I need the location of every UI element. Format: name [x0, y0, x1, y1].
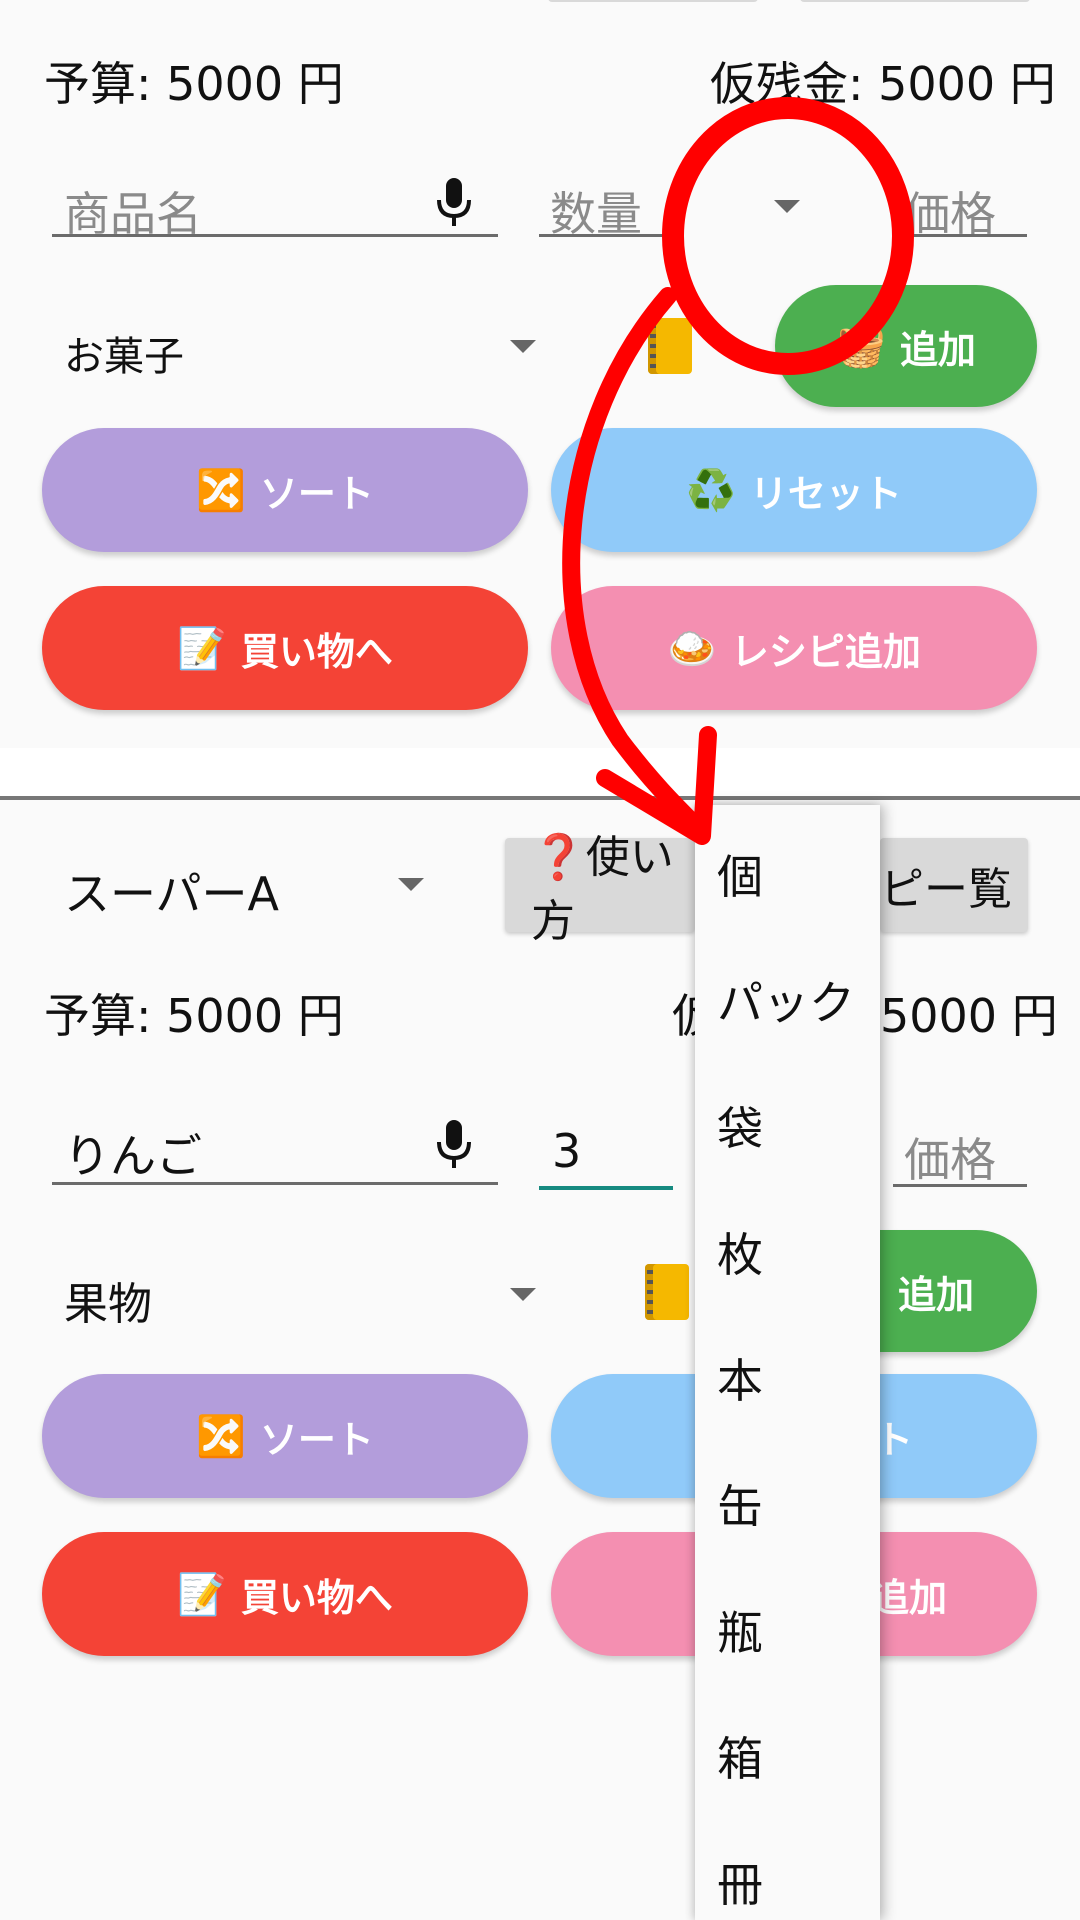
unit-option[interactable]: 瓶	[717, 1597, 763, 1663]
unit-option[interactable]: 箱	[717, 1723, 763, 1789]
shopping-button[interactable]: 📝 買い物へ	[42, 586, 528, 710]
add-button[interactable]: 🧺 追加	[775, 285, 1037, 407]
sort-button[interactable]: 🔀 ソート	[42, 428, 528, 552]
quantity-underline	[539, 234, 673, 237]
mic-icon[interactable]	[434, 1118, 474, 1174]
notebook-icon[interactable]	[645, 1264, 689, 1320]
shopping-button-bottom-label: 買い物へ	[240, 1575, 393, 1620]
top-panel: 予算: 5000 円 仮残金: 5000 円 商品名 数量 価格 お菓子 🧺 追…	[0, 0, 1080, 748]
budget-label-bottom: 予算: 5000 円	[44, 989, 344, 1043]
recycle-icon: ♻️	[686, 467, 736, 514]
unit-option[interactable]: 個	[717, 841, 763, 907]
remaining-label: 仮残金: 5000 円	[710, 57, 1056, 111]
mic-icon[interactable]	[434, 176, 474, 232]
bottom-panel: スーパーA ❓使い方 ピー覧 予算: 5000 円 仮 5000 円 りんご 3…	[0, 800, 1080, 1920]
unit-option[interactable]: 本	[717, 1345, 763, 1411]
category-caret-bottom[interactable]	[510, 1288, 536, 1301]
price-input-bottom[interactable]: 価格	[904, 1124, 996, 1190]
category-select-bottom[interactable]: 果物	[64, 1268, 152, 1332]
basket-icon: 🧺	[836, 323, 886, 370]
add-button-bottom-label: 追加	[897, 1272, 974, 1317]
unit-dropdown-menu: 個 パック 袋 枚 本 缶 瓶 箱 冊	[695, 805, 880, 1920]
cut-off-button-right[interactable]	[800, 0, 1030, 2]
recipe-list-button[interactable]: ピー覧	[880, 838, 1028, 932]
store-select[interactable]: スーパーA	[64, 858, 279, 924]
reset-button-bottom-label: ト	[874, 1417, 913, 1462]
sort-button-bottom-label: ソート	[259, 1417, 374, 1462]
item-name-input-bottom[interactable]: りんご	[64, 1120, 202, 1186]
unit-option[interactable]: 枚	[717, 1219, 763, 1285]
item-name-underline	[52, 234, 498, 237]
quantity-input-bottom[interactable]: 3	[552, 1124, 581, 1178]
remaining-label-suffix: 5000 円	[880, 989, 1058, 1043]
sort-button-bottom[interactable]: 🔀 ソート	[42, 1374, 528, 1498]
help-button-label: ❓使い方	[531, 832, 674, 947]
cut-off-button-left[interactable]	[548, 0, 758, 2]
memo-icon: 📝	[177, 625, 227, 672]
unit-option[interactable]: 缶	[717, 1471, 763, 1537]
budget-label: 予算: 5000 円	[44, 57, 344, 111]
memo-icon: 📝	[177, 1571, 227, 1618]
item-name-underline-bottom	[52, 1182, 498, 1185]
category-select[interactable]: お菓子	[64, 324, 184, 382]
shopping-button-label: 買い物へ	[240, 629, 393, 674]
add-recipe-button[interactable]: 🍛 レシピ追加	[551, 586, 1037, 710]
unit-option[interactable]: パック	[717, 967, 855, 1033]
add-recipe-button-label: レシピ追加	[730, 629, 921, 674]
store-caret[interactable]	[398, 878, 424, 891]
price-underline-bottom	[893, 1184, 1027, 1187]
add-button-label: 追加	[899, 327, 976, 372]
help-button[interactable]: ❓使い方	[505, 832, 695, 947]
quantity-underline-active	[539, 1186, 673, 1190]
sort-button-label: ソート	[259, 471, 374, 516]
unit-option[interactable]: 袋	[717, 1093, 763, 1159]
curry-icon: 🍛	[667, 625, 717, 672]
shuffle-icon: 🔀	[196, 467, 246, 514]
reset-button-label: リセット	[749, 471, 902, 516]
panel-gap	[0, 748, 1080, 800]
price-underline	[893, 234, 1027, 237]
category-caret[interactable]	[510, 340, 536, 353]
shopping-button-bottom[interactable]: 📝 買い物へ	[42, 1532, 528, 1656]
unit-dropdown-caret[interactable]	[774, 200, 800, 213]
reset-button[interactable]: ♻️ リセット	[551, 428, 1037, 552]
notebook-icon[interactable]	[648, 318, 692, 374]
recipe-list-button-label: ピー覧	[880, 864, 1012, 915]
add-recipe-button-bottom-label: 追加	[870, 1575, 947, 1620]
shuffle-icon: 🔀	[196, 1413, 246, 1460]
unit-option[interactable]: 冊	[717, 1849, 763, 1915]
